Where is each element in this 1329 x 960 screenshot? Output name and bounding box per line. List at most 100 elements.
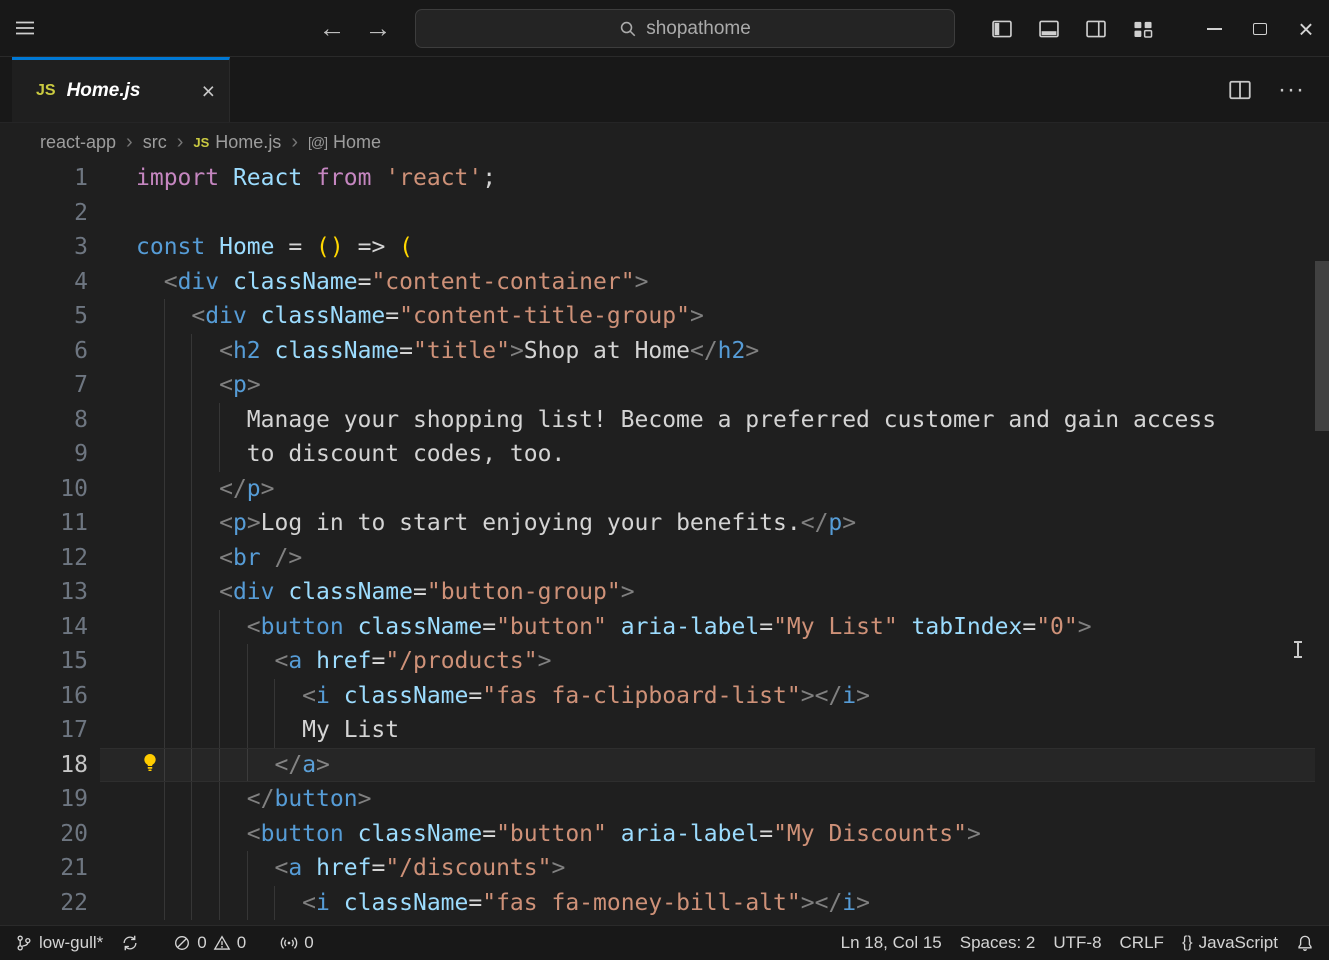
breadcrumb-react-app[interactable]: react-app — [40, 132, 116, 153]
customize-layout-button[interactable] — [1130, 0, 1156, 57]
code-line-6[interactable]: 6 <h2 className="title">Shop at Home</h2… — [0, 334, 1329, 369]
line-number[interactable]: 4 — [0, 265, 88, 300]
cursor-position-item[interactable]: Ln 18, Col 15 — [832, 926, 951, 960]
line-number[interactable]: 1 — [0, 161, 88, 196]
code-line-22[interactable]: 22 <i className="fas fa-money-bill-alt">… — [0, 886, 1329, 921]
code-line-content: <button className="button" aria-label="M… — [136, 610, 1092, 645]
line-number[interactable]: 22 — [0, 886, 88, 921]
eol-item[interactable]: CRLF — [1111, 926, 1173, 960]
line-number[interactable]: 3 — [0, 230, 88, 265]
line-number[interactable]: 10 — [0, 472, 88, 507]
scrollbar-thumb[interactable] — [1315, 261, 1329, 431]
glyph-margin — [88, 230, 136, 265]
line-number[interactable]: 15 — [0, 644, 88, 679]
search-box[interactable]: shopathome — [415, 9, 955, 48]
code-line-11[interactable]: 11 <p>Log in to start enjoying your bene… — [0, 506, 1329, 541]
tab-close-icon[interactable]: × — [202, 80, 215, 103]
tab-home-js[interactable]: JS Home.js × — [12, 57, 230, 122]
chevron-right-icon: › — [176, 131, 185, 154]
line-number[interactable]: 20 — [0, 817, 88, 852]
code-line-8[interactable]: 8 Manage your shopping list! Become a pr… — [0, 403, 1329, 438]
glyph-margin — [88, 161, 136, 196]
sidebar-right-icon — [1085, 18, 1107, 40]
code-line-7[interactable]: 7 <p> — [0, 368, 1329, 403]
indentation-item[interactable]: Spaces: 2 — [951, 926, 1045, 960]
code-line-content: Manage your shopping list! Become a pref… — [136, 403, 1216, 438]
encoding-item[interactable]: UTF-8 — [1044, 926, 1110, 960]
code-line-1[interactable]: 1 import React from 'react'; — [0, 161, 1329, 196]
more-actions-icon[interactable]: ··· — [1278, 76, 1305, 104]
editor-scrollbar[interactable] — [1315, 161, 1329, 925]
line-number[interactable]: 11 — [0, 506, 88, 541]
code-line-14[interactable]: 14 <button className="button" aria-label… — [0, 610, 1329, 645]
back-button[interactable]: ← — [312, 0, 352, 57]
code-line-content: <i className="fas fa-money-bill-alt"></i… — [136, 886, 870, 921]
code-line-15[interactable]: 15 <a href="/products"> — [0, 644, 1329, 679]
line-number[interactable]: 7 — [0, 368, 88, 403]
problems-item[interactable]: 0 0 — [164, 926, 255, 960]
line-number[interactable]: 9 — [0, 437, 88, 472]
code-line-content: import React from 'react'; — [136, 161, 496, 196]
code-line-19[interactable]: 19 </button> — [0, 782, 1329, 817]
code-line-16[interactable]: 16 <i className="fas fa-clipboard-list">… — [0, 679, 1329, 714]
code-line-20[interactable]: 20 <button className="button" aria-label… — [0, 817, 1329, 852]
git-branch-item[interactable]: low-gull* — [6, 926, 112, 960]
code-line-2[interactable]: 2 — [0, 196, 1329, 231]
code-line-content: </button> — [136, 782, 371, 817]
code-line-content: </p> — [136, 472, 275, 507]
split-editor-icon[interactable] — [1228, 78, 1252, 102]
code-line-content: const Home = () => ( — [136, 230, 413, 265]
line-number[interactable]: 17 — [0, 713, 88, 748]
line-number[interactable]: 16 — [0, 679, 88, 714]
breadcrumb-file-home-js[interactable]: JS Home.js — [193, 132, 281, 153]
code-line-5[interactable]: 5 <div className="content-title-group"> — [0, 299, 1329, 334]
code-line-10[interactable]: 10 </p> — [0, 472, 1329, 507]
code-line-4[interactable]: 4 <div className="content-container"> — [0, 265, 1329, 300]
tabbar: JS Home.js × ··· — [0, 57, 1329, 123]
code-line-17[interactable]: 17 My List — [0, 713, 1329, 748]
toggle-primary-sidebar-button[interactable] — [989, 0, 1015, 57]
code-line-13[interactable]: 13 <div className="button-group"> — [0, 575, 1329, 610]
breadcrumb-symbol-home[interactable]: [@] Home — [308, 132, 381, 153]
line-number[interactable]: 8 — [0, 403, 88, 438]
line-number[interactable]: 18 — [0, 748, 88, 783]
language-mode-item[interactable]: {} JavaScript — [1173, 926, 1287, 960]
toggle-panel-button[interactable] — [1036, 0, 1062, 57]
sync-icon — [121, 934, 139, 952]
ports-item[interactable]: 0 — [271, 926, 322, 960]
line-number[interactable]: 2 — [0, 196, 88, 231]
language-label: JavaScript — [1199, 933, 1278, 953]
code-line-9[interactable]: 9 to discount codes, too. — [0, 437, 1329, 472]
sync-changes-item[interactable] — [112, 926, 148, 960]
minimize-button[interactable] — [1191, 0, 1237, 57]
glyph-margin — [88, 782, 136, 817]
code-line-21[interactable]: 21 <a href="/discounts"> — [0, 851, 1329, 886]
glyph-margin — [88, 851, 136, 886]
line-number[interactable]: 5 — [0, 299, 88, 334]
line-number[interactable]: 19 — [0, 782, 88, 817]
breadcrumb-src[interactable]: src — [143, 132, 167, 153]
code-line-12[interactable]: 12 <br /> — [0, 541, 1329, 576]
code-editor[interactable]: 1 import React from 'react'; 23 const Home … — [0, 161, 1329, 925]
line-number[interactable]: 12 — [0, 541, 88, 576]
hamburger-menu-button[interactable] — [0, 0, 50, 57]
code-line-3[interactable]: 3 const Home = () => ( — [0, 230, 1329, 265]
titlebar-right-controls: × — [989, 0, 1329, 57]
glyph-margin — [88, 472, 136, 507]
ports-count: 0 — [304, 933, 313, 953]
forward-button[interactable]: → — [358, 0, 398, 57]
maximize-button[interactable] — [1237, 0, 1283, 57]
editor-actions: ··· — [1228, 57, 1329, 122]
symbol-icon: [@] — [308, 134, 327, 150]
line-number[interactable]: 14 — [0, 610, 88, 645]
line-number[interactable]: 13 — [0, 575, 88, 610]
toggle-secondary-sidebar-button[interactable] — [1083, 0, 1109, 57]
close-window-button[interactable]: × — [1283, 0, 1329, 57]
chevron-right-icon: › — [125, 131, 134, 154]
tab-label: Home.js — [67, 80, 141, 102]
line-number[interactable]: 21 — [0, 851, 88, 886]
line-number[interactable]: 6 — [0, 334, 88, 369]
code-line-18[interactable]: 18 </a> — [0, 748, 1329, 783]
notifications-item[interactable] — [1287, 926, 1323, 960]
javascript-file-icon: JS — [36, 82, 56, 100]
